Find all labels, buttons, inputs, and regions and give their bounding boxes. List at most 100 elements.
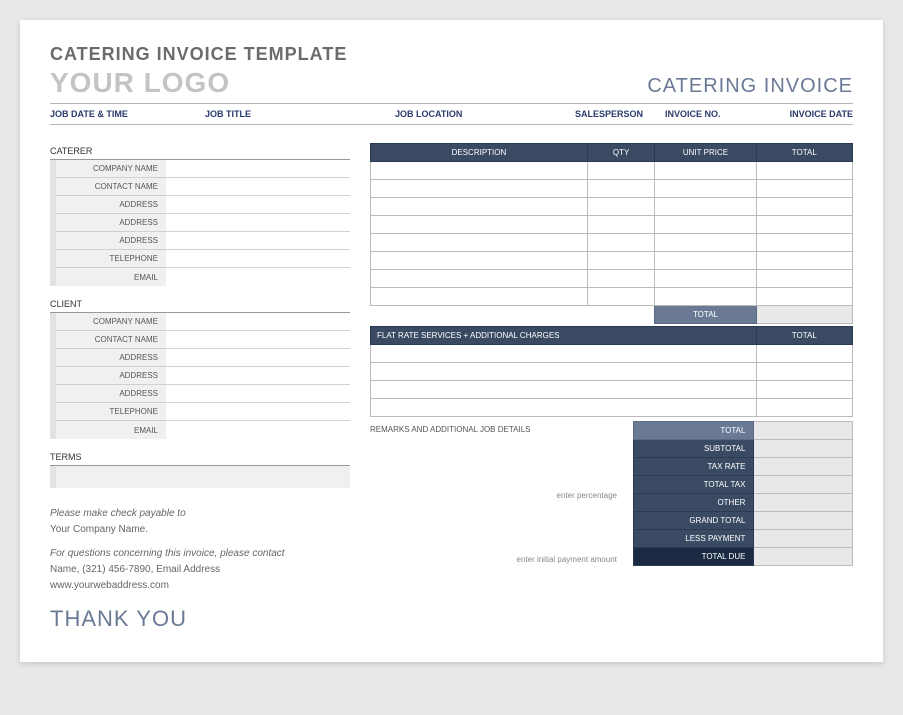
- item-row[interactable]: [371, 270, 853, 288]
- lbl-grand-total: GRAND TOTAL: [634, 512, 754, 530]
- label-address: ADDRESS: [56, 371, 166, 380]
- client-company-input[interactable]: [166, 313, 350, 330]
- caterer-address1-row: ADDRESS: [56, 196, 350, 214]
- section-terms: TERMS: [50, 449, 350, 466]
- hint-percentage: enter percentage: [370, 488, 623, 500]
- label-email: EMAIL: [56, 273, 166, 282]
- remarks-label: REMARKS AND ADDITIONAL JOB DETAILS: [370, 425, 623, 434]
- template-title: CATERING INVOICE TEMPLATE: [50, 44, 853, 65]
- label-address: ADDRESS: [56, 389, 166, 398]
- flat-row[interactable]: [371, 399, 853, 417]
- th-total: TOTAL: [756, 144, 852, 162]
- caterer-email-input[interactable]: [166, 268, 350, 286]
- caterer-company-input[interactable]: [166, 160, 350, 177]
- caterer-address1-input[interactable]: [166, 196, 350, 213]
- lbl-total-tax: TOTAL TAX: [634, 476, 754, 494]
- section-caterer: CATERER: [50, 143, 350, 160]
- val-total-due[interactable]: [754, 548, 853, 566]
- val-total-tax[interactable]: [754, 476, 853, 494]
- val-total[interactable]: [754, 422, 853, 440]
- flat-row[interactable]: [371, 363, 853, 381]
- client-contact-input[interactable]: [166, 331, 350, 348]
- client-address3-input[interactable]: [166, 385, 350, 402]
- client-email-input[interactable]: [166, 421, 350, 439]
- caterer-address3-input[interactable]: [166, 232, 350, 249]
- logo-row: YOUR LOGO CATERING INVOICE: [50, 67, 853, 99]
- label-address: ADDRESS: [56, 218, 166, 227]
- website-line: www.yourwebaddress.com: [50, 578, 350, 594]
- val-subtotal[interactable]: [754, 440, 853, 458]
- footer-text: Please make check payable to Your Compan…: [50, 506, 350, 594]
- items-total-row: TOTAL: [371, 306, 853, 324]
- label-company: COMPANY NAME: [56, 164, 166, 173]
- flat-row[interactable]: [371, 381, 853, 399]
- job-header-row: JOB DATE & TIME JOB TITLE JOB LOCATION S…: [50, 103, 853, 125]
- item-row[interactable]: [371, 162, 853, 180]
- items-table: DESCRIPTION QTY UNIT PRICE TOTAL: [370, 143, 853, 324]
- val-tax-rate[interactable]: [754, 458, 853, 476]
- items-total-label: TOTAL: [655, 306, 756, 324]
- caterer-contact-input[interactable]: [166, 178, 350, 195]
- totals-area: REMARKS AND ADDITIONAL JOB DETAILS enter…: [370, 421, 853, 566]
- lbl-total-due: TOTAL DUE: [634, 548, 754, 566]
- label-contact: CONTACT NAME: [56, 335, 166, 344]
- hint-payment: enter initial payment amount: [370, 552, 623, 564]
- col-job-location: JOB LOCATION: [395, 109, 575, 119]
- flat-row[interactable]: [371, 345, 853, 363]
- item-row[interactable]: [371, 252, 853, 270]
- right-column: DESCRIPTION QTY UNIT PRICE TOTAL: [370, 143, 853, 632]
- val-grand-total[interactable]: [754, 512, 853, 530]
- lbl-less-payment: LESS PAYMENT: [634, 530, 754, 548]
- caterer-address3-row: ADDRESS: [56, 232, 350, 250]
- left-column: CATERER COMPANY NAME CONTACT NAME ADDRES…: [50, 143, 350, 632]
- item-row[interactable]: [371, 198, 853, 216]
- client-block: COMPANY NAME CONTACT NAME ADDRESS ADDRES…: [50, 313, 350, 439]
- th-description: DESCRIPTION: [371, 144, 588, 162]
- label-company: COMPANY NAME: [56, 317, 166, 326]
- items-total-value[interactable]: [756, 306, 852, 324]
- payable-line: Please make check payable to: [50, 506, 350, 522]
- client-phone-input[interactable]: [166, 403, 350, 420]
- caterer-company-row: COMPANY NAME: [56, 160, 350, 178]
- client-address1-input[interactable]: [166, 349, 350, 366]
- caterer-email-row: EMAIL: [56, 268, 350, 286]
- client-address3-row: ADDRESS: [56, 385, 350, 403]
- invoice-label: CATERING INVOICE: [647, 75, 853, 98]
- client-address2-row: ADDRESS: [56, 367, 350, 385]
- label-address: ADDRESS: [56, 236, 166, 245]
- item-row[interactable]: [371, 234, 853, 252]
- client-contact-row: CONTACT NAME: [56, 331, 350, 349]
- caterer-address2-input[interactable]: [166, 214, 350, 231]
- terms-input[interactable]: [50, 466, 350, 488]
- label-telephone: TELEPHONE: [56, 407, 166, 416]
- section-client: CLIENT: [50, 296, 350, 313]
- item-row[interactable]: [371, 288, 853, 306]
- label-telephone: TELEPHONE: [56, 254, 166, 263]
- label-address: ADDRESS: [56, 200, 166, 209]
- val-other[interactable]: [754, 494, 853, 512]
- caterer-address2-row: ADDRESS: [56, 214, 350, 232]
- remarks-column: REMARKS AND ADDITIONAL JOB DETAILS enter…: [370, 421, 623, 564]
- col-invoice-date: INVOICE DATE: [765, 109, 853, 119]
- val-less-payment[interactable]: [754, 530, 853, 548]
- item-row[interactable]: [371, 216, 853, 234]
- caterer-contact-row: CONTACT NAME: [56, 178, 350, 196]
- col-job-title: JOB TITLE: [205, 109, 395, 119]
- label-email: EMAIL: [56, 426, 166, 435]
- client-company-row: COMPANY NAME: [56, 313, 350, 331]
- client-address1-row: ADDRESS: [56, 349, 350, 367]
- lbl-tax-rate: TAX RATE: [634, 458, 754, 476]
- item-row[interactable]: [371, 180, 853, 198]
- label-address: ADDRESS: [56, 353, 166, 362]
- invoice-page: CATERING INVOICE TEMPLATE YOUR LOGO CATE…: [20, 20, 883, 662]
- lbl-total: TOTAL: [634, 422, 754, 440]
- caterer-phone-input[interactable]: [166, 250, 350, 267]
- totals-table: TOTAL SUBTOTAL TAX RATE TOTAL TAX OTHER …: [633, 421, 853, 566]
- logo-placeholder: YOUR LOGO: [50, 67, 230, 99]
- payable-company: Your Company Name.: [50, 522, 350, 538]
- body-row: CATERER COMPANY NAME CONTACT NAME ADDRES…: [50, 143, 853, 632]
- col-job-date: JOB DATE & TIME: [50, 109, 205, 119]
- col-salesperson: SALESPERSON: [575, 109, 665, 119]
- client-address2-input[interactable]: [166, 367, 350, 384]
- caterer-phone-row: TELEPHONE: [56, 250, 350, 268]
